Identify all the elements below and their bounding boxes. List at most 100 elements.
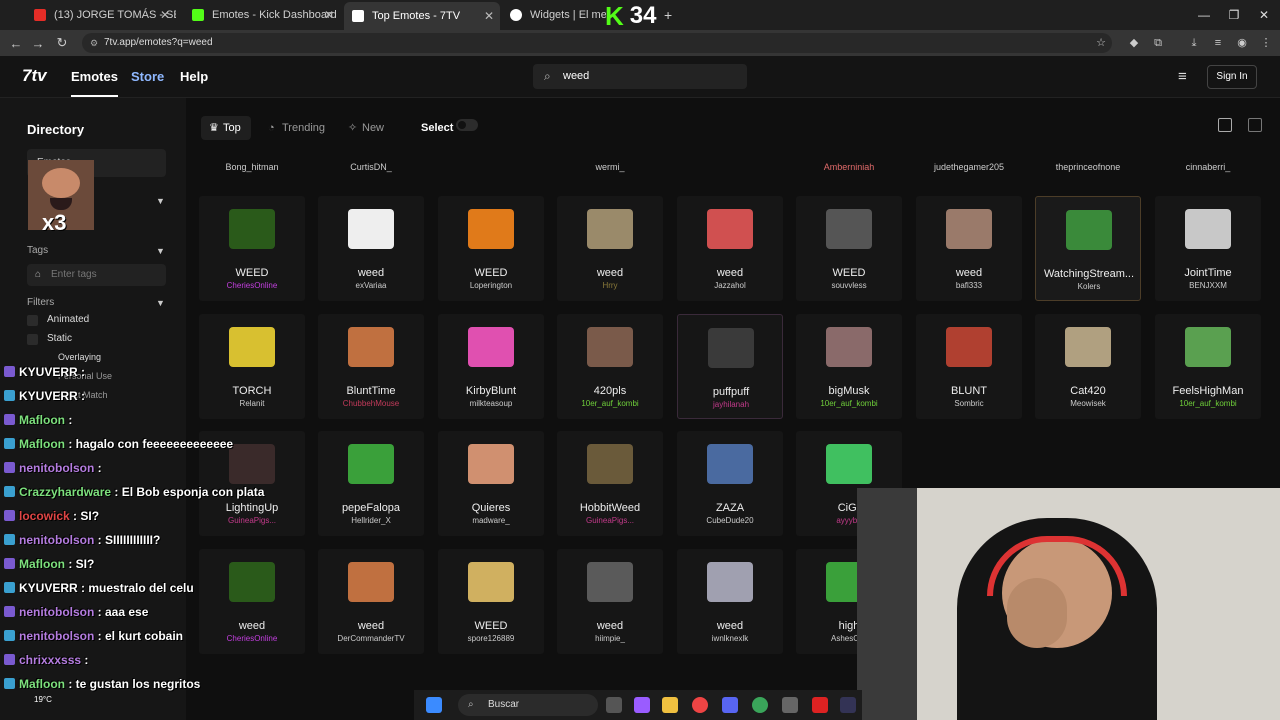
copilot-icon[interactable]	[634, 697, 650, 713]
extension-icon[interactable]: ◆	[1127, 36, 1141, 50]
emote-card[interactable]: HobbitWeed GuineaPigs...	[557, 431, 663, 536]
seventv-logo[interactable]: 7tv	[22, 66, 47, 86]
browser-tab[interactable]: (13) JORGE TOMÁS - SET D... ✕	[26, 4, 176, 26]
browser-tab[interactable]: Emotes - Kick Dashboard ✕	[184, 4, 340, 26]
nav-help[interactable]: Help	[180, 69, 208, 84]
emote-author[interactable]: milkteasoup	[438, 399, 544, 408]
task-view-icon[interactable]	[606, 697, 622, 713]
emote-author[interactable]: CubeDude20	[677, 516, 783, 525]
filter-static-checkbox[interactable]: Static	[27, 333, 72, 345]
emote-author[interactable]: Kolers	[1036, 282, 1142, 291]
filter-trending[interactable]: ◔ Trending	[260, 116, 335, 140]
profile-icon[interactable]: ◉	[1235, 36, 1249, 50]
emote-card[interactable]: weed Jazzahol	[677, 196, 783, 301]
chevron-down-icon[interactable]: ▼	[156, 246, 165, 256]
emote-card[interactable]: weed iwnlknexlk	[677, 549, 783, 654]
emote-card[interactable]: weed DerCommanderTV	[318, 549, 424, 654]
emote-card[interactable]: weed hiimpie_	[557, 549, 663, 654]
emote-author[interactable]: Meowisek	[1035, 399, 1141, 408]
emote-author[interactable]: Hrry	[557, 281, 663, 290]
taskbar-search[interactable]: ⌕ Buscar	[458, 694, 598, 716]
chrome-alt-icon[interactable]	[752, 697, 768, 713]
emote-card[interactable]: pepeFalopa Hellrider_X	[318, 431, 424, 536]
close-icon[interactable]: ✕	[324, 8, 334, 22]
emote-card[interactable]: WatchingStream... Kolers	[1035, 196, 1141, 301]
playlist-icon[interactable]: ≡	[1211, 36, 1225, 50]
emote-card[interactable]: JointTime BENJXXM	[1155, 196, 1261, 301]
sign-in-button[interactable]: Sign In	[1207, 65, 1257, 89]
bookmark-star-icon[interactable]: ☆	[1094, 36, 1108, 50]
hamburger-menu-icon[interactable]: ≡	[1178, 68, 1187, 85]
emote-card[interactable]: BLUNT Sombric	[916, 314, 1022, 419]
filter-top[interactable]: ♛ Top	[201, 116, 251, 140]
puzzle-icon[interactable]: ⧉	[1151, 36, 1165, 50]
back-icon[interactable]: ←	[6, 34, 26, 52]
app2-icon[interactable]	[840, 697, 856, 713]
emote-card[interactable]: WEED CheriesOnline	[199, 196, 305, 301]
emote-card[interactable]: weed exVariaa	[318, 196, 424, 301]
emote-author[interactable]: souvvless	[796, 281, 902, 290]
emote-card[interactable]: ZAZA CubeDude20	[677, 431, 783, 536]
emote-card[interactable]: puffpuff jayhilanah	[677, 314, 783, 419]
emote-author[interactable]: GuineaPigs...	[557, 516, 663, 525]
list-view-icon[interactable]	[1248, 118, 1262, 132]
emote-author[interactable]: exVariaa	[318, 281, 424, 290]
maximize-icon[interactable]: ❐	[1218, 0, 1250, 30]
emote-card[interactable]: weed bafl333	[916, 196, 1022, 301]
emote-card[interactable]: bigMusk 10er_auf_kombi	[796, 314, 902, 419]
emote-card[interactable]: WEED Loperington	[438, 196, 544, 301]
emote-card[interactable]: Cat420 Meowisek	[1035, 314, 1141, 419]
emote-author[interactable]: iwnlknexlk	[677, 634, 783, 643]
site-info-icon[interactable]: ⚙	[90, 33, 98, 53]
emote-author[interactable]: Sombric	[916, 399, 1022, 408]
browser-tab[interactable]: Widgets | El mejor softw...	[502, 4, 606, 26]
emote-author[interactable]: DerCommanderTV	[318, 634, 424, 643]
emote-author[interactable]: jayhilanah	[678, 400, 784, 409]
nav-emotes[interactable]: Emotes	[71, 69, 118, 97]
emote-card[interactable]: WEED spore126889	[438, 549, 544, 654]
reload-icon[interactable]: ↻	[52, 34, 72, 52]
emote-author[interactable]: Jazzahol	[677, 281, 783, 290]
emote-author[interactable]: Hellrider_X	[318, 516, 424, 525]
emote-card[interactable]: 420pls 10er_auf_kombi	[557, 314, 663, 419]
close-icon[interactable]: ✕	[160, 8, 170, 22]
emote-card[interactable]: FeelsHighMan 10er_auf_kombi	[1155, 314, 1261, 419]
emote-card[interactable]: BluntTime ChubbehMouse	[318, 314, 424, 419]
tags-input[interactable]: ⌂ Enter tags	[27, 264, 166, 286]
nav-store[interactable]: Store	[131, 69, 164, 84]
close-window-icon[interactable]: ✕	[1248, 0, 1280, 30]
close-icon[interactable]: ✕	[484, 9, 494, 23]
search-input[interactable]: ⌕ weed	[533, 64, 747, 89]
emote-author[interactable]: spore126889	[438, 634, 544, 643]
folder-icon[interactable]	[662, 697, 678, 713]
windows-start-icon[interactable]	[426, 697, 442, 713]
emote-author[interactable]: CheriesOnline	[199, 281, 305, 290]
grid-view-icon[interactable]	[1218, 118, 1232, 132]
emote-author[interactable]: bafl333	[916, 281, 1022, 290]
new-tab-button[interactable]: +	[664, 4, 680, 26]
emote-author[interactable]: 10er_auf_kombi	[1155, 399, 1261, 408]
emote-card[interactable]: weed Hrry	[557, 196, 663, 301]
emote-author[interactable]: 10er_auf_kombi	[557, 399, 663, 408]
discord-icon[interactable]	[722, 697, 738, 713]
emote-author[interactable]: 10er_auf_kombi	[796, 399, 902, 408]
emote-card[interactable]: Quieres madware_	[438, 431, 544, 536]
emote-author[interactable]: ChubbehMouse	[318, 399, 424, 408]
chevron-down-icon[interactable]: ▼	[156, 298, 165, 308]
obs-icon[interactable]	[812, 697, 828, 713]
chrome-icon[interactable]	[692, 697, 708, 713]
emote-author[interactable]: hiimpie_	[557, 634, 663, 643]
filter-animated-checkbox[interactable]: Animated	[27, 314, 89, 326]
emote-author[interactable]: BENJXXM	[1155, 281, 1261, 290]
download-icon[interactable]: ⤓	[1187, 36, 1201, 50]
chevron-down-icon[interactable]: ▼	[156, 196, 165, 206]
emote-card[interactable]: WEED souvvless	[796, 196, 902, 301]
menu-dots-icon[interactable]: ⋮	[1259, 36, 1273, 50]
emote-card[interactable]: KirbyBlunt milkteasoup	[438, 314, 544, 419]
filter-new[interactable]: ✧ New	[340, 116, 394, 140]
app-icon[interactable]	[782, 697, 798, 713]
url-field[interactable]: ⚙ 7tv.app/emotes?q=weed	[82, 33, 1112, 53]
emote-author[interactable]: Loperington	[438, 281, 544, 290]
minimize-icon[interactable]: —	[1188, 0, 1220, 30]
select-toggle[interactable]	[456, 119, 478, 131]
